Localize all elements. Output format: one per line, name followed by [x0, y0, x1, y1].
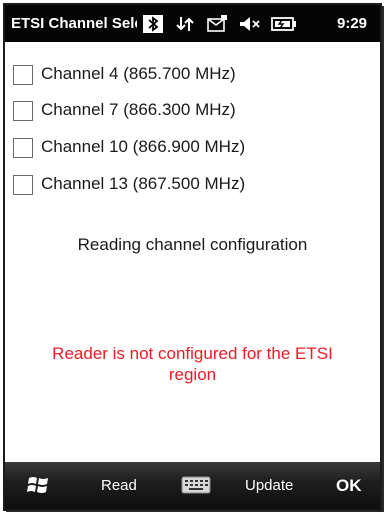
volume-mute-icon[interactable]: [237, 14, 263, 34]
windows-start-icon[interactable]: [25, 473, 51, 497]
window-title: ETSI Channel Selec: [11, 15, 137, 32]
bluetooth-icon[interactable]: [142, 14, 164, 34]
channel-option-10[interactable]: Channel 10 (866.900 MHz): [5, 132, 380, 166]
channel-checkbox[interactable]: [13, 138, 33, 158]
message-icon[interactable]: [205, 14, 229, 34]
connectivity-icon[interactable]: [173, 14, 197, 34]
status-message: Reading channel configuration: [77, 235, 308, 254]
title-bar: ETSI Channel Selec 9:29: [5, 5, 380, 42]
error-message: Reader is not configured for the ETSI re…: [52, 344, 333, 384]
update-button[interactable]: Update: [245, 462, 293, 509]
channel-option-7[interactable]: Channel 7 (866.300 MHz): [5, 95, 380, 129]
ok-button[interactable]: OK: [336, 462, 362, 509]
channel-checkbox[interactable]: [13, 65, 33, 85]
clock[interactable]: 9:29: [337, 14, 367, 34]
channel-label: Channel 10 (866.900 MHz): [41, 137, 246, 156]
read-button[interactable]: Read: [101, 462, 137, 509]
channel-checkbox[interactable]: [13, 175, 33, 195]
menu-bar: Read Update OK: [5, 462, 380, 509]
channel-label: Channel 7 (866.300 MHz): [41, 100, 236, 119]
channel-checkbox[interactable]: [13, 101, 33, 121]
content-area: Channel 4 (865.700 MHz) Channel 7 (866.3…: [5, 42, 380, 462]
battery-icon[interactable]: [270, 14, 298, 34]
keyboard-icon[interactable]: [181, 475, 211, 495]
channel-option-13[interactable]: Channel 13 (867.500 MHz): [5, 169, 380, 203]
channel-option-4[interactable]: Channel 4 (865.700 MHz): [5, 59, 380, 93]
app-window: ETSI Channel Selec 9:29: [3, 3, 382, 511]
channel-label: Channel 4 (865.700 MHz): [41, 64, 236, 83]
channel-label: Channel 13 (867.500 MHz): [41, 174, 246, 193]
